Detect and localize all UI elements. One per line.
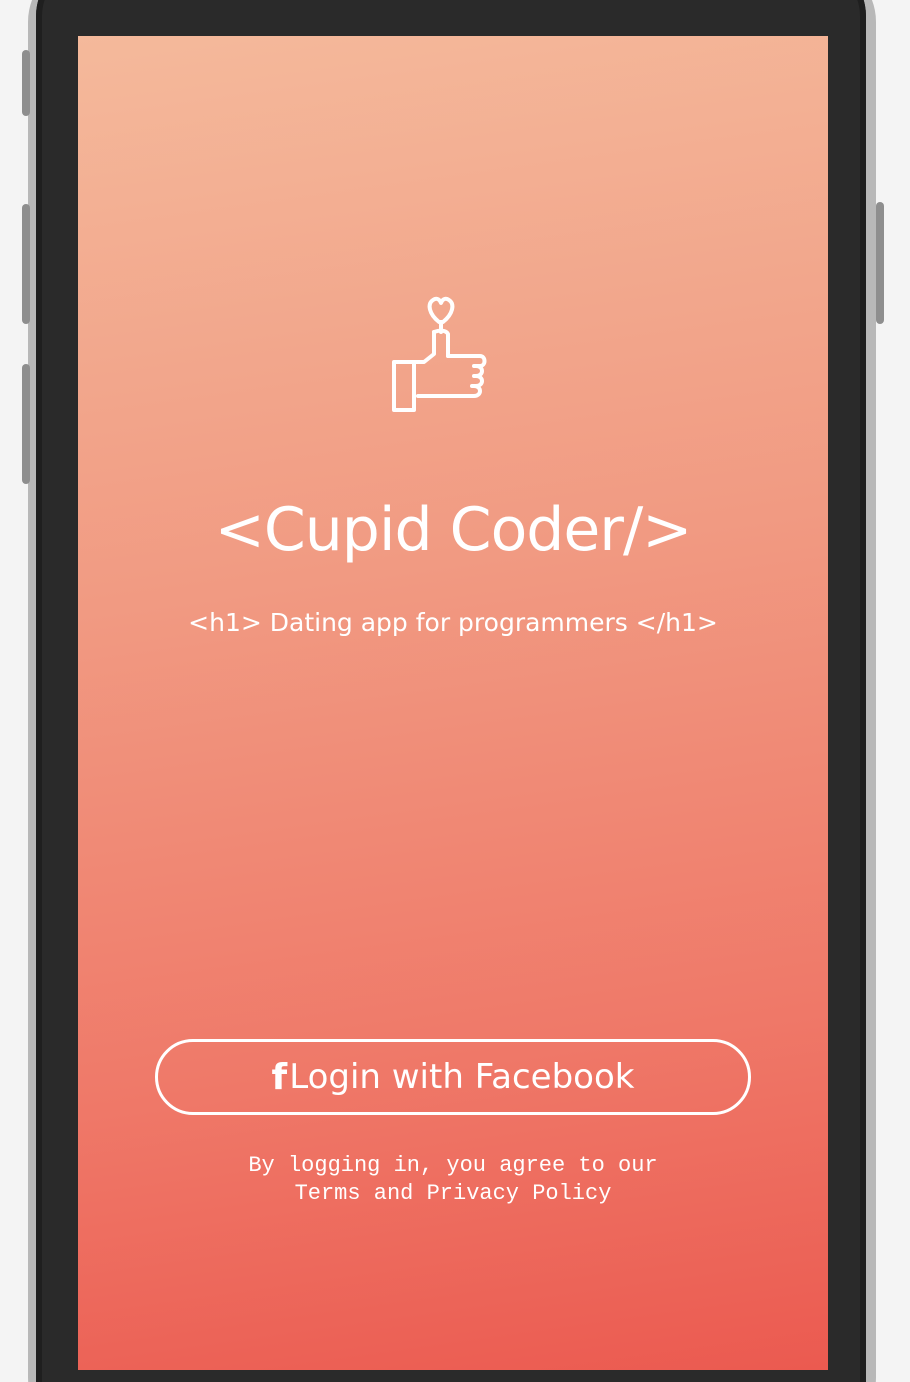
app-subtitle: <h1> Dating app for programmers </h1> xyxy=(188,608,718,637)
legal-notice: By logging in, you agree to our Terms an… xyxy=(78,1152,828,1208)
facebook-icon: f xyxy=(271,1056,288,1098)
app-screen: <Cupid Coder/> <h1> Dating app for progr… xyxy=(78,36,828,1370)
login-with-facebook-button[interactable]: f Login with Facebook xyxy=(155,1039,751,1115)
power-button xyxy=(876,202,884,324)
volume-down-button xyxy=(22,364,30,484)
volume-up-button xyxy=(22,204,30,324)
terms-privacy-link[interactable]: Terms and Privacy Policy xyxy=(78,1180,828,1208)
app-title: <Cupid Coder/> xyxy=(214,495,693,565)
legal-notice-line-1: By logging in, you agree to our xyxy=(248,1153,658,1178)
thumbs-up-heart-icon xyxy=(392,296,487,412)
login-button-label: Login with Facebook xyxy=(289,1057,635,1097)
mute-switch xyxy=(22,50,30,116)
page: <Cupid Coder/> <h1> Dating app for progr… xyxy=(0,0,910,1382)
